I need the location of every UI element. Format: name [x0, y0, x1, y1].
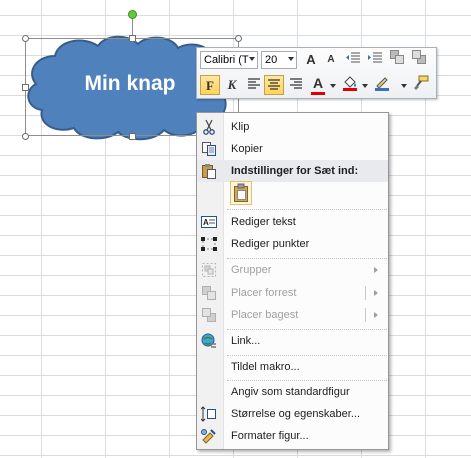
chevron-down-icon[interactable] — [330, 84, 336, 88]
menu-item-label: Rediger tekst — [231, 216, 296, 228]
resize-handle-tl[interactable] — [22, 35, 29, 42]
menu-item-label: Rediger punkter — [231, 238, 310, 250]
shape-text[interactable]: Min knap — [60, 72, 200, 96]
menu-item-paste-options: Indstillinger for Sæt ind: — [197, 160, 388, 182]
menu-item-label: Tildel makro... — [231, 361, 300, 373]
bring-forward-icon[interactable] — [387, 50, 407, 70]
menu-item-label: Klip — [231, 121, 250, 133]
resize-handle-l[interactable] — [22, 84, 29, 91]
send-back-icon — [201, 307, 217, 323]
line-color-icon[interactable] — [372, 75, 392, 95]
menu-item-edit-text[interactable]: A Rediger tekst — [197, 211, 388, 233]
font-size-value: 20 — [265, 54, 278, 66]
menu-item-link[interactable]: Link... — [197, 330, 388, 352]
menu-item-label: Placer forrest — [231, 287, 297, 299]
split-divider — [365, 308, 366, 322]
decrease-indent-icon[interactable] — [343, 50, 363, 70]
link-icon — [201, 333, 217, 349]
resize-handle-tr[interactable] — [235, 35, 242, 42]
menu-item-label: Formater figur... — [231, 430, 309, 442]
send-backward-icon[interactable] — [409, 50, 429, 70]
edit-points-icon — [201, 236, 217, 252]
menu-item-label: Kopier — [231, 143, 263, 155]
menu-item-assign-macro[interactable]: Tildel makro... — [197, 356, 388, 378]
paste-icon — [201, 163, 217, 179]
submenu-arrow-icon — [374, 312, 378, 318]
copy-icon — [201, 141, 217, 157]
resize-handle-b[interactable] — [129, 133, 136, 140]
submenu-arrow-icon — [374, 290, 378, 296]
chevron-down-icon — [288, 57, 294, 61]
menu-item-label: Indstillinger for Sæt ind: — [231, 165, 359, 177]
bring-front-icon — [201, 285, 217, 301]
align-center-icon[interactable] — [264, 75, 284, 95]
font-color-swatch — [311, 92, 325, 95]
format-shape-icon — [201, 428, 217, 444]
split-divider — [365, 286, 366, 300]
menu-item-edit-points[interactable]: Rediger punkter — [197, 233, 388, 255]
font-size-select[interactable]: 20 — [261, 51, 297, 69]
resize-handle-bl[interactable] — [22, 133, 29, 140]
fill-color-icon[interactable] — [340, 75, 360, 95]
align-left-icon[interactable] — [244, 75, 264, 95]
align-right-icon[interactable] — [286, 75, 306, 95]
menu-item-label: Størrelse og egenskaber... — [231, 408, 361, 420]
menu-item-set-default-shape[interactable]: Angiv som standardfigur — [197, 381, 388, 403]
font-name-select[interactable]: Calibri (T — [200, 51, 258, 69]
edit-text-icon: A — [201, 214, 217, 230]
bold-icon[interactable]: F — [200, 75, 220, 95]
menu-item-label: Angiv som standardfigur — [231, 386, 350, 398]
menu-item-cut[interactable]: Klip — [197, 116, 388, 138]
menu-item-format-shape[interactable]: Formater figur... — [197, 425, 388, 447]
font-name-value: Calibri (T — [204, 54, 249, 66]
italic-icon[interactable]: K — [222, 75, 242, 95]
chevron-down-icon[interactable] — [401, 84, 407, 88]
menu-item-label: Link... — [231, 335, 261, 347]
format-painter-icon[interactable] — [411, 75, 431, 95]
mini-toolbar: Calibri (T 20 A A F K A — [196, 47, 437, 99]
increase-indent-icon[interactable] — [365, 50, 385, 70]
menu-item-group[interactable]: Grupper — [197, 259, 388, 281]
group-icon — [201, 262, 217, 278]
svg-text:A: A — [203, 218, 209, 227]
menu-item-label: Placer bagest — [231, 309, 299, 321]
shrink-font-icon[interactable]: A — [321, 50, 341, 70]
paste-icon — [234, 183, 248, 202]
submenu-arrow-icon — [374, 267, 378, 273]
font-color-icon[interactable]: A — [308, 73, 328, 93]
menu-item-copy[interactable]: Kopier — [197, 138, 388, 160]
grow-font-icon[interactable]: A — [301, 50, 321, 70]
paste-option-button[interactable] — [230, 181, 252, 205]
menu-item-bring-to-front[interactable]: Placer forrest — [197, 282, 388, 304]
size-icon — [200, 406, 217, 422]
chevron-down-icon[interactable] — [362, 84, 368, 88]
context-menu: Klip Kopier Indstillinger for Sæt ind: A… — [196, 112, 389, 450]
chevron-down-icon — [249, 57, 255, 61]
menu-item-size-properties[interactable]: Størrelse og egenskaber... — [197, 403, 388, 425]
menu-item-send-to-back[interactable]: Placer bagest — [197, 304, 388, 326]
rotate-handle[interactable] — [128, 10, 137, 19]
resize-handle-t[interactable] — [129, 35, 136, 42]
scissors-icon — [201, 119, 217, 135]
menu-item-label: Grupper — [231, 264, 272, 276]
